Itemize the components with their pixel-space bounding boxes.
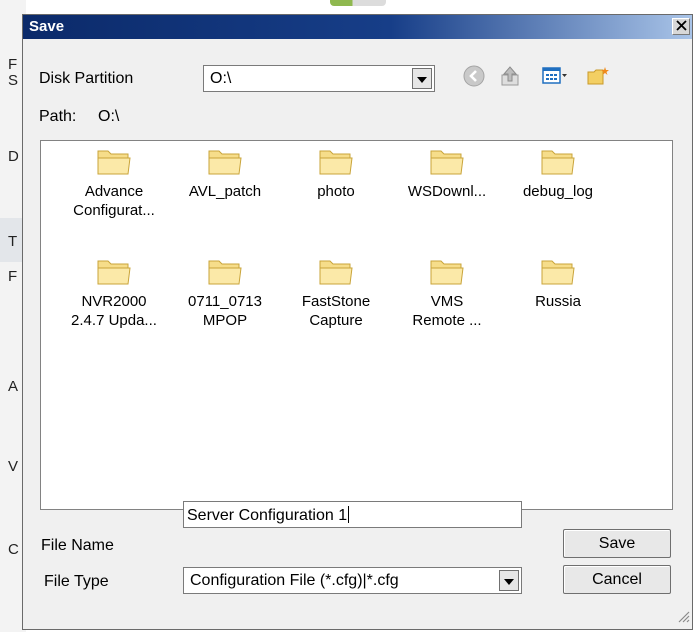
folder-item[interactable]: Advance Configurat... xyxy=(64,146,164,220)
close-button[interactable] xyxy=(672,18,690,35)
background-label: C xyxy=(8,541,19,558)
disk-partition-label: Disk Partition xyxy=(39,70,134,87)
file-name-value: Server Configuration 1 xyxy=(187,506,350,524)
background-label: F xyxy=(8,268,18,285)
folder-item[interactable]: photo xyxy=(286,146,386,201)
disk-partition-value: O:\ xyxy=(210,70,232,87)
background-label: T xyxy=(8,233,18,250)
folder-icon xyxy=(286,256,386,286)
file-type-select[interactable]: Configuration File (*.cfg)|*.cfg xyxy=(183,567,522,594)
save-dialog: Save Disk Partition O:\ Path: O:\ Advanc… xyxy=(22,14,693,630)
file-type-dropdown-button[interactable] xyxy=(499,570,519,591)
path-value: O:\ xyxy=(98,108,120,125)
folder-icon xyxy=(64,256,164,286)
background-label: S xyxy=(8,72,19,89)
background-label: F xyxy=(8,56,18,73)
view-menu-button[interactable] xyxy=(542,65,568,91)
folder-item[interactable]: FastStone Capture xyxy=(286,256,386,330)
resize-grip[interactable] xyxy=(676,609,690,627)
folder-item[interactable]: debug_log xyxy=(508,146,608,201)
file-name-input[interactable]: Server Configuration 1 xyxy=(183,501,522,528)
folder-name: WSDownl... xyxy=(407,183,487,200)
new-folder-icon xyxy=(586,65,610,91)
disk-partition-select[interactable]: O:\ xyxy=(203,65,435,92)
folder-item[interactable]: Russia xyxy=(508,256,608,311)
new-folder-button[interactable] xyxy=(586,66,610,90)
folder-icon xyxy=(175,256,275,286)
background-app-icon xyxy=(330,0,386,6)
folder-icon xyxy=(397,256,497,286)
folder-item[interactable]: AVL_patch xyxy=(175,146,275,201)
folder-item[interactable]: VMS Remote ... xyxy=(397,256,497,330)
background-label: V xyxy=(8,458,19,475)
folder-name: NVR2000 2.4.7 Upda... xyxy=(71,293,157,329)
disk-partition-dropdown-button[interactable] xyxy=(412,68,432,89)
up-folder-button[interactable] xyxy=(498,66,522,90)
folder-icon xyxy=(508,146,608,176)
save-button[interactable]: Save xyxy=(563,529,671,558)
file-list[interactable]: Advance Configurat... AVL_patch photo WS… xyxy=(40,140,673,510)
folder-name: VMS Remote ... xyxy=(412,293,482,329)
file-name-label: File Name xyxy=(41,537,114,554)
chevron-down-icon xyxy=(417,70,427,87)
close-icon xyxy=(675,18,687,35)
folder-icon xyxy=(508,256,608,286)
dialog-title: Save xyxy=(29,18,65,35)
background-label: A xyxy=(8,378,19,395)
folder-icon xyxy=(175,146,275,176)
title-bar[interactable]: Save xyxy=(23,15,692,39)
back-icon xyxy=(463,65,485,91)
text-caret xyxy=(348,506,350,523)
folder-item[interactable]: WSDownl... xyxy=(397,146,497,201)
up-folder-icon xyxy=(499,65,521,91)
background-label: D xyxy=(8,148,19,165)
folder-item[interactable]: NVR2000 2.4.7 Upda... xyxy=(64,256,164,330)
view-menu-icon xyxy=(542,65,568,91)
back-button[interactable] xyxy=(462,65,486,91)
folder-icon xyxy=(397,146,497,176)
file-type-label: File Type xyxy=(44,573,109,590)
file-type-value: Configuration File (*.cfg)|*.cfg xyxy=(190,572,399,589)
chevron-down-icon xyxy=(504,572,514,589)
folder-name: FastStone Capture xyxy=(301,293,371,329)
folder-icon xyxy=(64,146,164,176)
folder-name: Advance Configurat... xyxy=(73,183,155,219)
folder-item[interactable]: 0711_0713 MPOP xyxy=(175,256,275,330)
resize-grip-icon xyxy=(676,610,690,627)
folder-name: Russia xyxy=(535,293,581,310)
folder-name: photo xyxy=(317,183,355,200)
folder-name: debug_log xyxy=(522,183,594,200)
folder-name: AVL_patch xyxy=(188,183,262,200)
cancel-button[interactable]: Cancel xyxy=(563,565,671,594)
path-label: Path: xyxy=(39,108,77,125)
folder-icon xyxy=(286,146,386,176)
folder-name: 0711_0713 MPOP xyxy=(188,293,262,329)
